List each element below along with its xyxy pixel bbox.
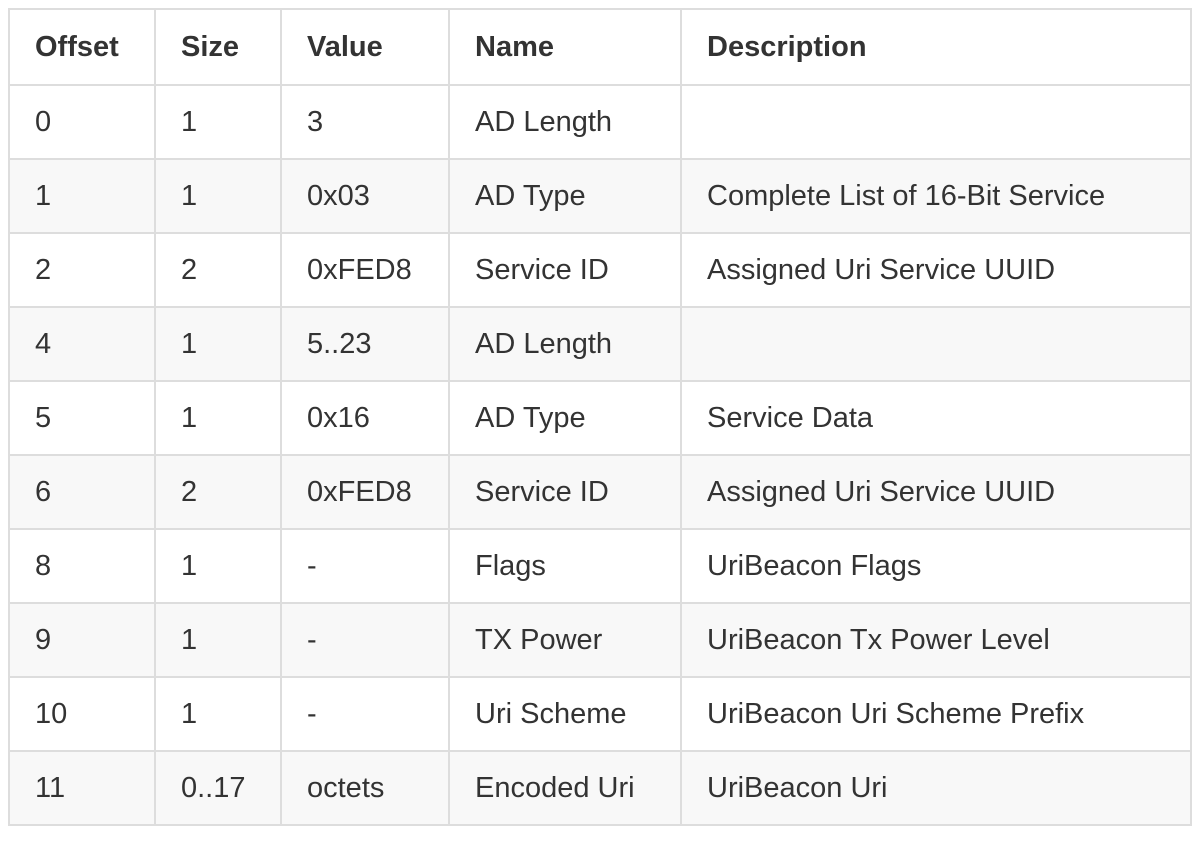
table-row: 0 1 3 AD Length [8, 84, 1192, 160]
uribeacon-advertisement-table: Offset Size Value Name Description 0 1 3… [8, 8, 1192, 826]
table-row: 2 2 0xFED8 Service ID Assigned Uri Servi… [8, 232, 1192, 308]
cell-size: 1 [154, 84, 282, 160]
cell-value: - [280, 602, 450, 678]
cell-description [680, 306, 1192, 382]
cell-name: AD Length [448, 84, 682, 160]
cell-size: 2 [154, 232, 282, 308]
table-row: 6 2 0xFED8 Service ID Assigned Uri Servi… [8, 454, 1192, 530]
cell-offset: 9 [8, 602, 156, 678]
cell-name: AD Length [448, 306, 682, 382]
cell-size: 1 [154, 528, 282, 604]
cell-description: Assigned Uri Service UUID [680, 232, 1192, 308]
cell-value: 0x03 [280, 158, 450, 234]
cell-offset: 5 [8, 380, 156, 456]
cell-offset: 1 [8, 158, 156, 234]
header-description: Description [680, 8, 1192, 86]
cell-offset: 11 [8, 750, 156, 826]
table-row: 1 1 0x03 AD Type Complete List of 16-Bit… [8, 158, 1192, 234]
cell-value: 0xFED8 [280, 232, 450, 308]
cell-description [680, 84, 1192, 160]
header-offset: Offset [8, 8, 156, 86]
table-row: 9 1 - TX Power UriBeacon Tx Power Level [8, 602, 1192, 678]
table-row: 11 0..17 octets Encoded Uri UriBeacon Ur… [8, 750, 1192, 826]
cell-size: 1 [154, 306, 282, 382]
cell-size: 0..17 [154, 750, 282, 826]
cell-description: UriBeacon Tx Power Level [680, 602, 1192, 678]
table-row: 8 1 - Flags UriBeacon Flags [8, 528, 1192, 604]
table-row: 5 1 0x16 AD Type Service Data [8, 380, 1192, 456]
cell-size: 1 [154, 380, 282, 456]
cell-description: Complete List of 16-Bit Service [680, 158, 1192, 234]
cell-value: 0x16 [280, 380, 450, 456]
cell-size: 1 [154, 676, 282, 752]
cell-offset: 4 [8, 306, 156, 382]
cell-name: AD Type [448, 380, 682, 456]
cell-name: Flags [448, 528, 682, 604]
table-row: 10 1 - Uri Scheme UriBeacon Uri Scheme P… [8, 676, 1192, 752]
cell-value: - [280, 676, 450, 752]
cell-description: UriBeacon Uri Scheme Prefix [680, 676, 1192, 752]
cell-name: TX Power [448, 602, 682, 678]
cell-value: - [280, 528, 450, 604]
cell-size: 2 [154, 454, 282, 530]
cell-name: Encoded Uri [448, 750, 682, 826]
cell-value: 0xFED8 [280, 454, 450, 530]
cell-offset: 0 [8, 84, 156, 160]
cell-description: UriBeacon Uri [680, 750, 1192, 826]
cell-value: 5..23 [280, 306, 450, 382]
header-name: Name [448, 8, 682, 86]
cell-size: 1 [154, 158, 282, 234]
cell-offset: 6 [8, 454, 156, 530]
table-body: 0 1 3 AD Length 1 1 0x03 AD Type Complet… [8, 84, 1192, 826]
cell-name: Service ID [448, 454, 682, 530]
header-value: Value [280, 8, 450, 86]
header-size: Size [154, 8, 282, 86]
cell-offset: 8 [8, 528, 156, 604]
cell-description: UriBeacon Flags [680, 528, 1192, 604]
cell-offset: 2 [8, 232, 156, 308]
cell-name: Uri Scheme [448, 676, 682, 752]
cell-name: Service ID [448, 232, 682, 308]
cell-value: octets [280, 750, 450, 826]
cell-name: AD Type [448, 158, 682, 234]
cell-description: Service Data [680, 380, 1192, 456]
header-row: Offset Size Value Name Description [8, 8, 1192, 86]
table-header: Offset Size Value Name Description [8, 8, 1192, 86]
cell-description: Assigned Uri Service UUID [680, 454, 1192, 530]
cell-value: 3 [280, 84, 450, 160]
uribeacon-table-container: Offset Size Value Name Description 0 1 3… [8, 8, 1192, 826]
cell-size: 1 [154, 602, 282, 678]
cell-offset: 10 [8, 676, 156, 752]
table-row: 4 1 5..23 AD Length [8, 306, 1192, 382]
